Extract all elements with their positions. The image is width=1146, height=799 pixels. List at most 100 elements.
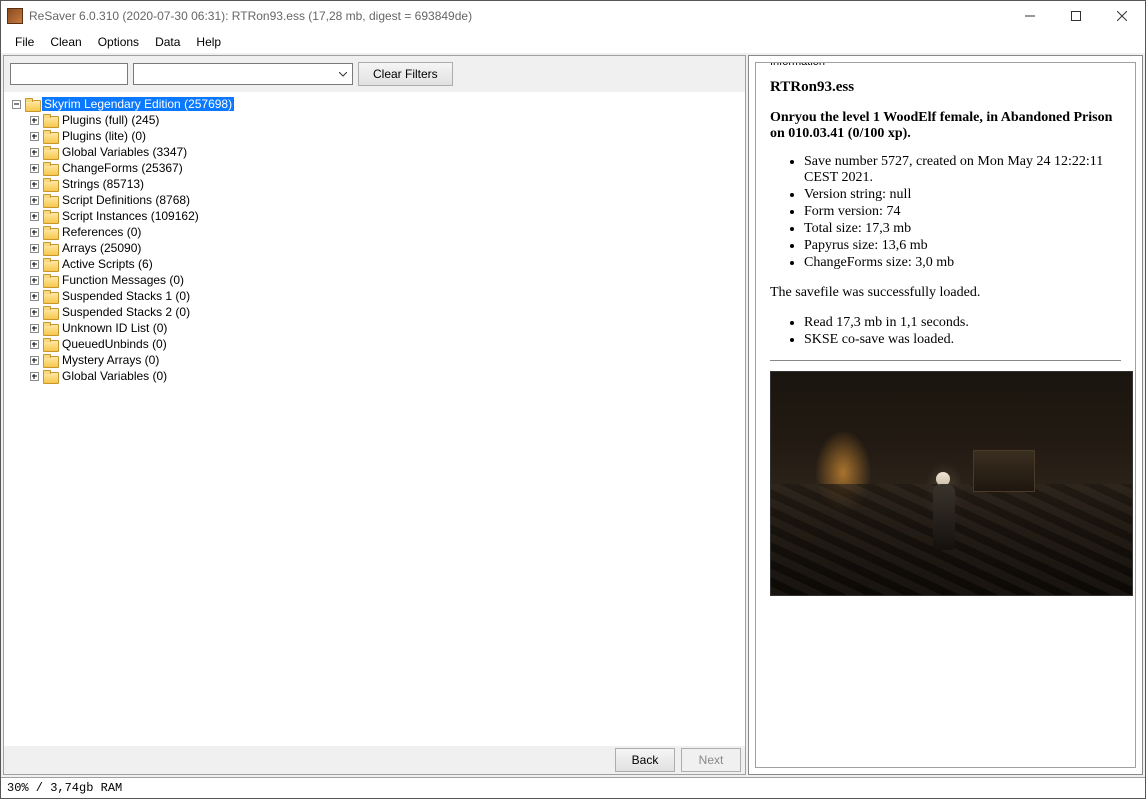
expander-icon[interactable]: [28, 146, 40, 158]
info-list-item: Version string: null: [804, 187, 1121, 203]
filter-combo[interactable]: [133, 63, 353, 85]
expander-icon[interactable]: [28, 226, 40, 238]
expander-icon[interactable]: [28, 194, 40, 206]
info-list-item: Read 17,3 mb in 1,1 seconds.: [804, 315, 1121, 331]
tree-root[interactable]: Skyrim Legendary Edition (257698): [10, 96, 739, 112]
left-pane: Clear Filters Skyrim Legendary Edition (…: [3, 55, 746, 775]
tree-item[interactable]: Active Scripts (6): [28, 256, 739, 272]
tree-item-label: Suspended Stacks 1 (0): [60, 289, 192, 303]
tree-item[interactable]: Global Variables (3347): [28, 144, 739, 160]
tree-item[interactable]: Mystery Arrays (0): [28, 352, 739, 368]
tree-item-label: Function Messages (0): [60, 273, 186, 287]
tree-view[interactable]: Skyrim Legendary Edition (257698) Plugins…: [4, 92, 745, 746]
tree-item[interactable]: Function Messages (0): [28, 272, 739, 288]
info-character-line: Onryou the level 1 WoodElf female, in Ab…: [770, 110, 1121, 142]
tree-item[interactable]: Script Instances (109162): [28, 208, 739, 224]
expander-icon[interactable]: [28, 162, 40, 174]
app-icon: [7, 8, 23, 24]
tree-item[interactable]: Plugins (lite) (0): [28, 128, 739, 144]
app-window: ReSaver 6.0.310 (2020-07-30 06:31): RTRo…: [0, 0, 1146, 799]
titlebar: ReSaver 6.0.310 (2020-07-30 06:31): RTRo…: [1, 1, 1145, 31]
tree-item[interactable]: Unknown ID List (0): [28, 320, 739, 336]
tree-item[interactable]: Suspended Stacks 2 (0): [28, 304, 739, 320]
menu-options[interactable]: Options: [90, 33, 147, 51]
tree-item-label: QueuedUnbinds (0): [60, 337, 169, 351]
maximize-button[interactable]: [1053, 1, 1099, 31]
save-screenshot: [770, 371, 1133, 596]
menu-data[interactable]: Data: [147, 33, 188, 51]
chevron-down-icon: [334, 64, 352, 84]
folder-icon: [43, 226, 57, 238]
expander-icon[interactable]: [28, 370, 40, 382]
info-list-item: Form version: 74: [804, 204, 1121, 220]
expander-icon[interactable]: [28, 210, 40, 222]
tree-item-label: Arrays (25090): [60, 241, 143, 255]
tree-item-label: Mystery Arrays (0): [60, 353, 161, 367]
menu-clean[interactable]: Clean: [42, 33, 89, 51]
expander-icon[interactable]: [28, 114, 40, 126]
expander-icon[interactable]: [28, 306, 40, 318]
folder-icon: [43, 274, 57, 286]
expander-icon[interactable]: [28, 178, 40, 190]
folder-icon: [43, 258, 57, 270]
expander-icon[interactable]: [28, 290, 40, 302]
clear-filters-button[interactable]: Clear Filters: [358, 62, 453, 86]
info-list-item: Save number 5727, created on Mon May 24 …: [804, 154, 1121, 186]
folder-icon: [43, 322, 57, 334]
tree-item[interactable]: References (0): [28, 224, 739, 240]
expander-icon[interactable]: [28, 354, 40, 366]
info-list-1: Save number 5727, created on Mon May 24 …: [770, 154, 1121, 271]
info-content: RTRon93.ess Onryou the level 1 WoodElf f…: [756, 63, 1135, 606]
expander-icon[interactable]: [28, 274, 40, 286]
tree-item[interactable]: ChangeForms (25367): [28, 160, 739, 176]
tree-item[interactable]: Suspended Stacks 1 (0): [28, 288, 739, 304]
tree-item[interactable]: Strings (85713): [28, 176, 739, 192]
close-button[interactable]: [1099, 1, 1145, 31]
tree-item-label: Global Variables (3347): [60, 145, 189, 159]
tree-item-label: Active Scripts (6): [60, 257, 155, 271]
expander-icon[interactable]: [28, 338, 40, 350]
folder-icon: [43, 210, 57, 222]
info-divider: [770, 360, 1121, 361]
menu-file[interactable]: File: [7, 33, 42, 51]
info-list-item: Total size: 17,3 mb: [804, 221, 1121, 237]
menu-help[interactable]: Help: [188, 33, 229, 51]
status-text: 30% / 3,74gb RAM: [7, 781, 122, 795]
expander-icon[interactable]: [28, 258, 40, 270]
tree-item[interactable]: Arrays (25090): [28, 240, 739, 256]
expander-icon[interactable]: [10, 98, 22, 110]
filter-bar: Clear Filters: [4, 56, 745, 92]
groupbox-title: Information: [766, 62, 829, 68]
folder-icon: [43, 194, 57, 206]
tree-item-label: Plugins (full) (245): [60, 113, 161, 127]
expander-icon[interactable]: [28, 242, 40, 254]
tree-item[interactable]: QueuedUnbinds (0): [28, 336, 739, 352]
folder-icon: [43, 178, 57, 190]
tree-item-label: Suspended Stacks 2 (0): [60, 305, 192, 319]
info-list-item: SKSE co-save was loaded.: [804, 332, 1121, 348]
expander-icon[interactable]: [28, 130, 40, 142]
tree-item[interactable]: Plugins (full) (245): [28, 112, 739, 128]
info-list-item: Papyrus size: 13,6 mb: [804, 238, 1121, 254]
tree-item-label: Skyrim Legendary Edition (257698): [42, 97, 234, 111]
statusbar: 30% / 3,74gb RAM: [1, 777, 1145, 798]
tree-item-label: Plugins (lite) (0): [60, 129, 148, 143]
folder-icon: [43, 338, 57, 350]
folder-icon: [43, 146, 57, 158]
back-button[interactable]: Back: [615, 748, 675, 772]
character-figure: [933, 472, 955, 552]
expander-icon[interactable]: [28, 322, 40, 334]
right-pane: Information RTRon93.ess Onryou the level…: [748, 55, 1143, 775]
tree-item[interactable]: Script Definitions (8768): [28, 192, 739, 208]
next-button[interactable]: Next: [681, 748, 741, 772]
folder-icon: [25, 98, 39, 110]
info-loaded-line: The savefile was successfully loaded.: [770, 285, 1121, 301]
folder-icon: [43, 370, 57, 382]
info-filename: RTRon93.ess: [770, 79, 1121, 96]
info-list-item: ChangeForms size: 3,0 mb: [804, 255, 1121, 271]
menubar: File Clean Options Data Help: [1, 31, 1145, 53]
minimize-button[interactable]: [1007, 1, 1053, 31]
filter-text-input[interactable]: [10, 63, 128, 85]
tree-item-label: Script Instances (109162): [60, 209, 201, 223]
tree-item[interactable]: Global Variables (0): [28, 368, 739, 384]
